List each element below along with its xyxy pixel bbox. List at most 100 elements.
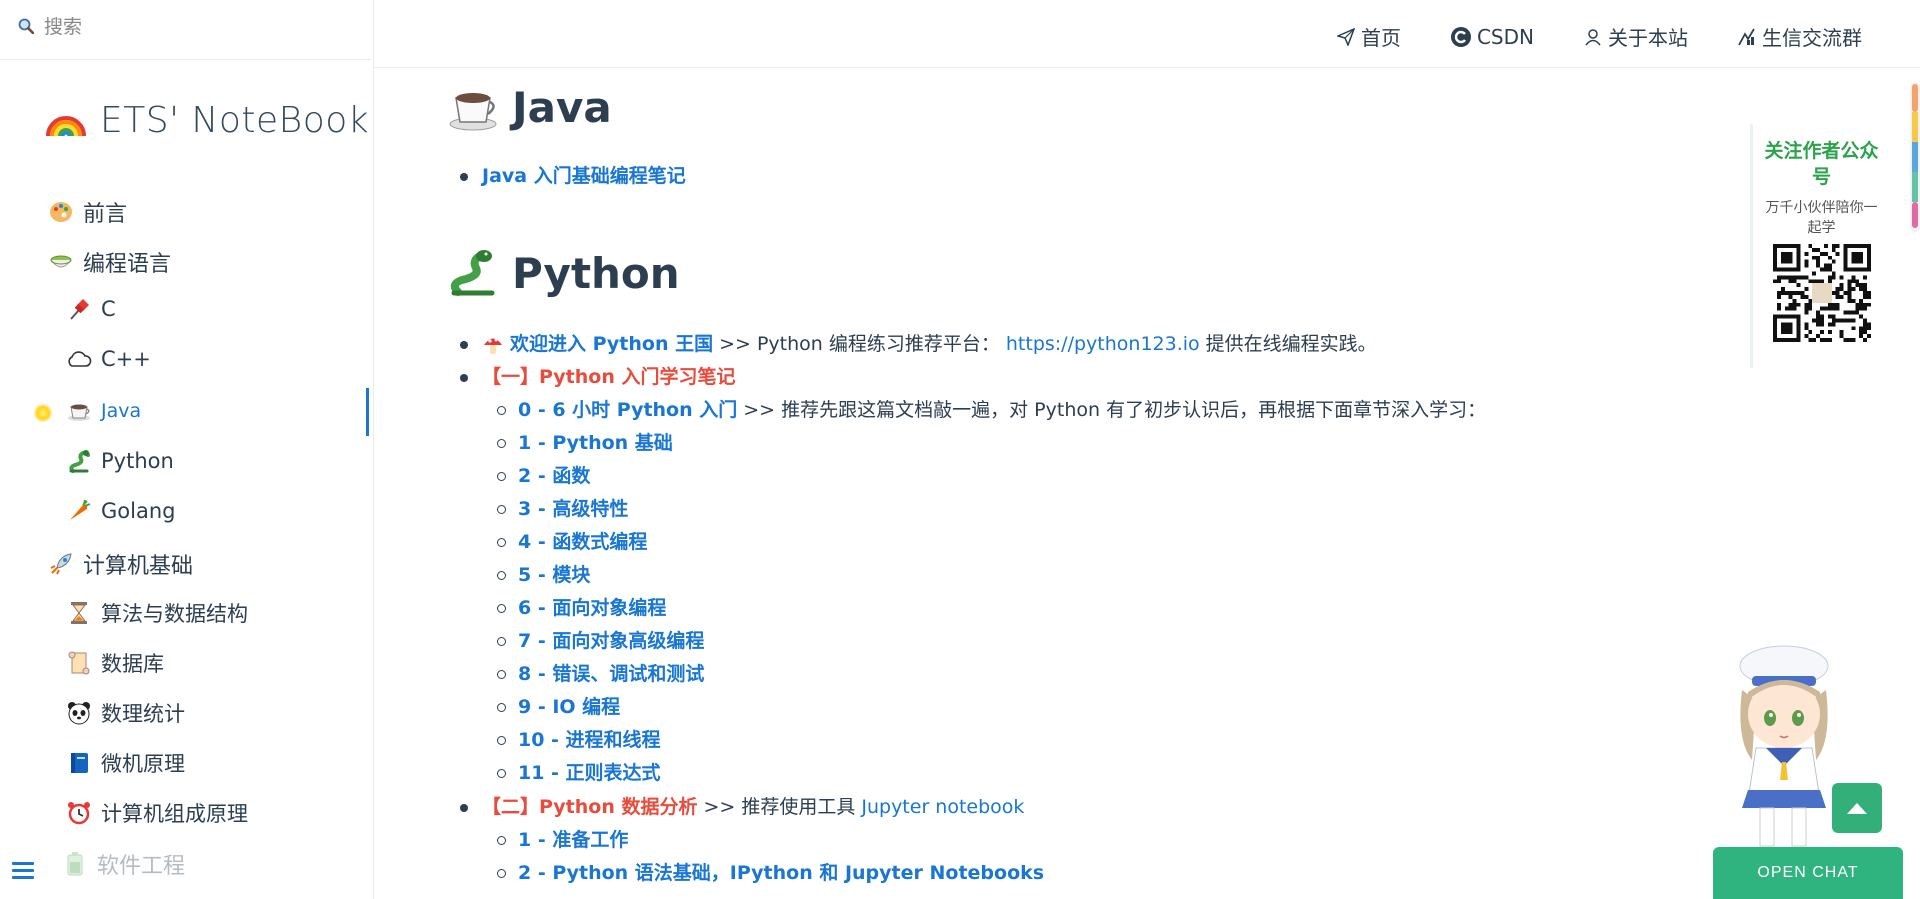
sidebar-item-label: 前言: [83, 202, 128, 227]
list-item: 【一】Python 入门学习笔记: [482, 361, 735, 394]
list-circle: [497, 769, 506, 778]
sidebar-item-statistics[interactable]: 数理统计: [66, 698, 185, 728]
chapter-link[interactable]: 2 - Python 语法基础，IPython 和 Jupyter Notebo…: [518, 857, 1044, 890]
chapter-link[interactable]: 8 - 错误、调试和测试: [518, 658, 704, 691]
sidebar-item-label: 软件工程: [97, 854, 186, 879]
list-bullet: [460, 341, 468, 349]
chapter-link[interactable]: 4 - 函数式编程: [518, 526, 647, 559]
sidebar-item-label: Java: [101, 400, 142, 422]
sidebar-item-algorithms[interactable]: 算法与数据结构: [66, 598, 248, 628]
chapter-link[interactable]: 2 - 函数: [518, 460, 590, 493]
chapter-link[interactable]: 7 - 面向对象高级编程: [518, 625, 704, 658]
nav-about-link[interactable]: 关于本站: [1584, 22, 1688, 51]
promo-subtitle: 万千小伙伴陪你一起学: [1765, 200, 1878, 236]
user-icon: [1585, 28, 1601, 45]
list-circle: [497, 571, 506, 580]
sidebar-item-label: Golang: [101, 499, 176, 523]
sidebar-item-label: 计算机组成原理: [101, 802, 248, 826]
mushroom-icon: [484, 338, 502, 354]
jupyter-link[interactable]: Jupyter notebook: [861, 791, 1024, 824]
open-chat-label: OPEN CHAT: [1757, 864, 1859, 881]
python123-link[interactable]: https://python123.io: [1006, 328, 1200, 361]
sidebar-item-label: 数理统计: [101, 702, 185, 726]
scroll-progress-indicator[interactable]: [1910, 82, 1920, 232]
nav-home-label: 首页: [1360, 26, 1401, 50]
search-input[interactable]: [44, 12, 344, 42]
list-circle: [497, 670, 506, 679]
welcome-python-link[interactable]: 欢迎进入 Python 王国: [510, 328, 713, 361]
sidebar-item-label: C++: [101, 347, 151, 371]
nav-group-label: 生信交流群: [1762, 26, 1862, 50]
list-circle: [497, 604, 506, 613]
python-heading-text: Python: [512, 248, 680, 298]
nav-group-link[interactable]: 生信交流群: [1738, 22, 1862, 51]
top-navbar: 首页 CSDN 关于本站 生信交流群: [374, 0, 1920, 68]
paper-plane-icon: [1336, 27, 1355, 46]
sidebar-item-preface[interactable]: 前言: [48, 196, 127, 228]
sidebar-item-c[interactable]: C: [66, 296, 116, 322]
book-icon: [66, 750, 92, 776]
chapter-link[interactable]: 1 - Python 基础: [518, 427, 673, 460]
java-notes-link[interactable]: Java 入门基础编程笔记: [482, 160, 686, 193]
nav-csdn-link[interactable]: CSDN: [1450, 22, 1534, 51]
list-circle: [497, 869, 506, 878]
sidebar-item-python[interactable]: Python: [66, 448, 174, 474]
list-item: 1 - Python 基础: [518, 427, 673, 460]
sidebar-item-computer-organization[interactable]: 计算机组成原理: [66, 798, 248, 828]
sidebar-item-label: 微机原理: [101, 752, 185, 776]
chapter-link[interactable]: 3 - 高级特性: [518, 493, 628, 526]
part1-link[interactable]: 【一】Python 入门学习笔记: [482, 361, 735, 394]
part2-link[interactable]: 【二】Python 数据分析: [482, 791, 697, 824]
menu-toggle-icon[interactable]: [12, 862, 34, 882]
list-item: 欢迎进入 Python 王国 >> Python 编程练习推荐平台： https…: [482, 328, 1377, 361]
nav-about-label: 关于本站: [1608, 26, 1688, 50]
list-item: 10 - 进程和线程: [518, 724, 661, 757]
chapter-link[interactable]: 1 - 准备工作: [518, 824, 628, 857]
snake-icon: [450, 250, 495, 296]
sidebar-item-java[interactable]: Java: [66, 398, 141, 424]
sidebar-item-cs-basics[interactable]: 计算机基础: [48, 548, 193, 580]
coffee-icon: [449, 93, 497, 131]
list-bullet: [460, 374, 468, 382]
pushpin-icon: [66, 296, 92, 322]
list-bullet: [460, 173, 468, 181]
hourglass-icon: [66, 600, 92, 626]
sidebar-item-cpp[interactable]: C++: [66, 346, 151, 372]
list-item: 7 - 面向对象高级编程: [518, 625, 704, 658]
open-chat-button[interactable]: OPEN CHAT: [1713, 847, 1903, 899]
chart-icon: [1738, 28, 1755, 45]
site-title[interactable]: ETS' NoteBook: [44, 98, 369, 142]
sidebar: ETS' NoteBook 前言 编程语言 C: [0, 0, 374, 899]
rocket-icon: [48, 551, 74, 577]
list-circle: [497, 439, 506, 448]
sidebar-item-golang[interactable]: Golang: [66, 498, 175, 524]
list-circle: [497, 637, 506, 646]
rainbow-icon: [46, 116, 86, 137]
list-item: 11 - 正则表达式: [518, 757, 661, 790]
welcome-text: >> Python 编程练习推荐平台：: [719, 333, 1000, 355]
chapter-link[interactable]: 10 - 进程和线程: [518, 724, 661, 757]
coffee-icon: [66, 398, 92, 424]
list-item: 4 - 函数式编程: [518, 526, 647, 559]
nav-home-link[interactable]: 首页: [1336, 22, 1401, 51]
list-item: 8 - 错误、调试和测试: [518, 658, 704, 691]
back-to-top-button[interactable]: [1832, 783, 1882, 833]
chapter-link[interactable]: 5 - 模块: [518, 559, 590, 592]
sidebar-item-microcomputer[interactable]: 微机原理: [66, 748, 185, 778]
site-title-text: ETS' NoteBook: [100, 99, 370, 141]
welcome-tail-text: 提供在线编程实践。: [1205, 333, 1377, 355]
part2-text: >> 推荐使用工具: [703, 796, 856, 818]
alarm-clock-icon: [66, 800, 92, 826]
sidebar-item-label: 计算机基础: [83, 554, 194, 579]
panda-icon: [66, 700, 92, 726]
chapter-link[interactable]: 6 - 面向对象编程: [518, 592, 666, 625]
sidebar-item-software-engineering[interactable]: 软件工程: [62, 848, 185, 880]
sidebar-item-programming[interactable]: 编程语言: [48, 246, 171, 278]
chapter-link[interactable]: 9 - IO 编程: [518, 691, 620, 724]
sidebar-item-database[interactable]: 数据库: [66, 648, 164, 678]
mascot-character-icon[interactable]: [1722, 640, 1844, 852]
list-circle: [497, 406, 506, 415]
python-6h-intro-link[interactable]: 0 - 6 小时 Python 入门: [518, 394, 737, 427]
chapter-link[interactable]: 11 - 正则表达式: [518, 757, 661, 790]
list-item: 1 - 准备工作: [518, 824, 628, 857]
